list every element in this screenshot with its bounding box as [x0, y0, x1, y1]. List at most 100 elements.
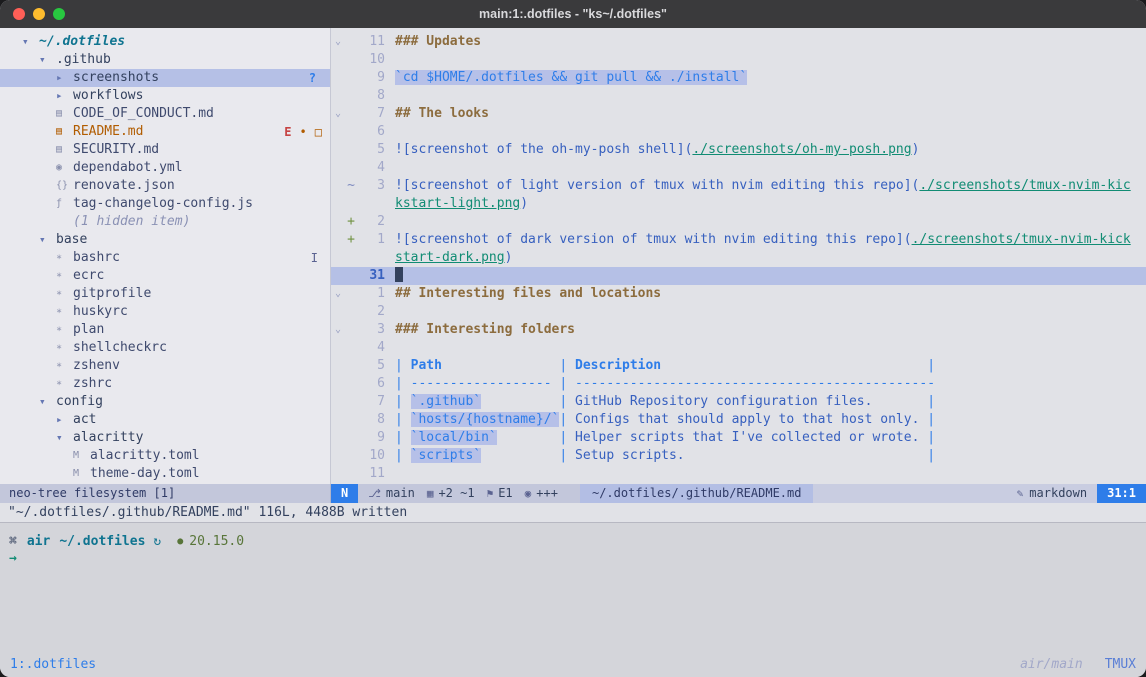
tree-item-alacritty[interactable]: ▾alacritty: [0, 429, 330, 447]
node-version: 20.15.0: [189, 534, 244, 549]
text-segment: [661, 358, 927, 373]
tree-item-label: workflows: [73, 87, 143, 105]
tree-item-workflows[interactable]: ▸workflows: [0, 87, 330, 105]
editor-line[interactable]: ⌄11### Updates: [331, 33, 1146, 51]
git-diff: ▦+2 ~1: [427, 484, 475, 503]
git-sign: [345, 303, 357, 321]
text-segment: `hosts/{hostname}/`: [411, 412, 560, 427]
tree-item-alacritty-toml[interactable]: Malacritty.toml: [0, 447, 330, 465]
editor-line[interactable]: 6: [331, 123, 1146, 141]
tree-item-renovate-json[interactable]: {}renovate.json: [0, 177, 330, 195]
tree-item-label: zshenv: [73, 357, 120, 375]
editor-line[interactable]: 11: [331, 465, 1146, 483]
tree-item-base[interactable]: ▾base: [0, 231, 330, 249]
editor-line[interactable]: +1![screenshot of dark version of tmux w…: [331, 231, 1146, 249]
tree-item-tag-changelog-config-js[interactable]: ƒtag-changelog-config.js: [0, 195, 330, 213]
git-sign: [345, 393, 357, 411]
line-number: 1: [357, 231, 385, 249]
editor-line[interactable]: ⌄7## The looks: [331, 105, 1146, 123]
git-sign: [345, 267, 357, 285]
fold-icon: ⌄: [331, 321, 345, 339]
line-number: 5: [357, 357, 385, 375]
line-number: 7: [357, 105, 385, 123]
statusline-filler: [813, 484, 1006, 503]
fold-icon: [331, 267, 345, 285]
tree-item-zshrc[interactable]: ∗zshrc: [0, 375, 330, 393]
editor-line[interactable]: ~3![screenshot of light version of tmux …: [331, 177, 1146, 195]
editor-line[interactable]: 10: [331, 51, 1146, 69]
tree-item-dependabot-yml[interactable]: ◉dependabot.yml: [0, 159, 330, 177]
editor-line[interactable]: 8| `hosts/{hostname}/`| Configs that sho…: [331, 411, 1146, 429]
editor-line-current[interactable]: 31: [331, 267, 1146, 285]
git-sign: [345, 285, 357, 303]
editor-line[interactable]: kstart-light.png): [331, 195, 1146, 213]
text-segment: |: [395, 412, 411, 427]
editor-line[interactable]: 8: [331, 87, 1146, 105]
git-sign: [345, 87, 357, 105]
git-status-badge: ?: [309, 69, 316, 87]
text-segment: |: [395, 358, 411, 373]
editor-line[interactable]: ⌄3### Interesting folders: [331, 321, 1146, 339]
tree-item-security-md[interactable]: ▤SECURITY.md: [0, 141, 330, 159]
text-segment: ## Interesting files and locations: [395, 286, 661, 301]
git-sign: [345, 51, 357, 69]
tree-item-ecrc[interactable]: ∗ecrc: [0, 267, 330, 285]
tree-item-zshenv[interactable]: ∗zshenv: [0, 357, 330, 375]
editor-line[interactable]: 6| ------------------ | ----------------…: [331, 375, 1146, 393]
tree-item-readme-md[interactable]: ▤README.mdE•□: [0, 123, 330, 141]
tree-item-bashrc[interactable]: ∗bashrcI: [0, 249, 330, 267]
chevron-icon: ▾: [39, 231, 56, 249]
tree-item-label: CODE_OF_CONDUCT.md: [73, 105, 214, 123]
tree-item-act[interactable]: ▸act: [0, 411, 330, 429]
git-sign: [345, 411, 357, 429]
text-segment: Description: [575, 358, 661, 373]
fold-icon: [331, 51, 345, 69]
fold-icon: [331, 177, 345, 195]
editor-line[interactable]: ⌄1## Interesting files and locations: [331, 285, 1146, 303]
text-segment: `.github`: [411, 394, 481, 409]
tmux-window-item[interactable]: 1:.dotfiles: [10, 657, 96, 672]
fold-icon: [331, 123, 345, 141]
editor-line[interactable]: +2: [331, 213, 1146, 231]
editor-pane[interactable]: ⌄11### Updates109`cd $HOME/.dotfiles && …: [331, 28, 1146, 484]
line-text: `cd $HOME/.dotfiles && git pull && ./ins…: [395, 69, 747, 87]
close-button[interactable]: [13, 8, 25, 20]
editor-line[interactable]: 2: [331, 303, 1146, 321]
editor-line[interactable]: 9| `local/bin` | Helper scripts that I'v…: [331, 429, 1146, 447]
minimize-button[interactable]: [33, 8, 45, 20]
text-segment: ![screenshot of dark version of tmux wit…: [395, 232, 912, 247]
prompt-host: air: [27, 534, 50, 549]
line-text: | ------------------ | -----------------…: [395, 375, 935, 393]
editor-line[interactable]: 4: [331, 339, 1146, 357]
tmux-pane-shell[interactable]: ⌘ air ~/.dotfiles ↻ ● 20.15.0 → 1:.dotfi…: [0, 522, 1146, 677]
tree-item-github[interactable]: ▾.github: [0, 51, 330, 69]
line-text: start-dark.png): [395, 249, 512, 267]
file-icon: {}: [56, 177, 73, 195]
zoom-button[interactable]: [53, 8, 65, 20]
editor-line[interactable]: 10| `scripts` | Setup scripts. |: [331, 447, 1146, 465]
tree-item-gitprofile[interactable]: ∗gitprofile: [0, 285, 330, 303]
tree-item-dotfiles[interactable]: ▾~/.dotfiles: [0, 33, 330, 51]
editor-line[interactable]: 4: [331, 159, 1146, 177]
editor-line[interactable]: 5![screenshot of the oh-my-posh shell](.…: [331, 141, 1146, 159]
tree-item-theme-day-toml[interactable]: Mtheme-day.toml: [0, 465, 330, 483]
editor-line[interactable]: 9`cd $HOME/.dotfiles && git pull && ./in…: [331, 69, 1146, 87]
fold-icon: [331, 141, 345, 159]
tree-item-1-hidden-item[interactable]: (1 hidden item): [0, 213, 330, 231]
tree-item-config[interactable]: ▾config: [0, 393, 330, 411]
editor-line[interactable]: 5| Path | Description |: [331, 357, 1146, 375]
tree-item-plan[interactable]: ∗plan: [0, 321, 330, 339]
tree-item-shellcheckrc[interactable]: ∗shellcheckrc: [0, 339, 330, 357]
text-segment: [481, 448, 559, 463]
editor-line[interactable]: start-dark.png): [331, 249, 1146, 267]
tree-item-label: alacritty.toml: [90, 447, 200, 465]
text-segment: ![screenshot of light version of tmux wi…: [395, 178, 919, 193]
file-status-text: +++: [536, 484, 558, 503]
tree-item-screenshots[interactable]: ▸screenshots?: [0, 69, 330, 87]
tree-item-huskyrc[interactable]: ∗huskyrc: [0, 303, 330, 321]
editor-line[interactable]: 7| `.github` | GitHub Repository configu…: [331, 393, 1146, 411]
tree-item-code-of-conduct-md[interactable]: ▤CODE_OF_CONDUCT.md: [0, 105, 330, 123]
file-icon: ∗: [56, 285, 73, 303]
line-number: [357, 249, 385, 267]
text-segment: Configs that should apply to that host o…: [575, 412, 927, 427]
